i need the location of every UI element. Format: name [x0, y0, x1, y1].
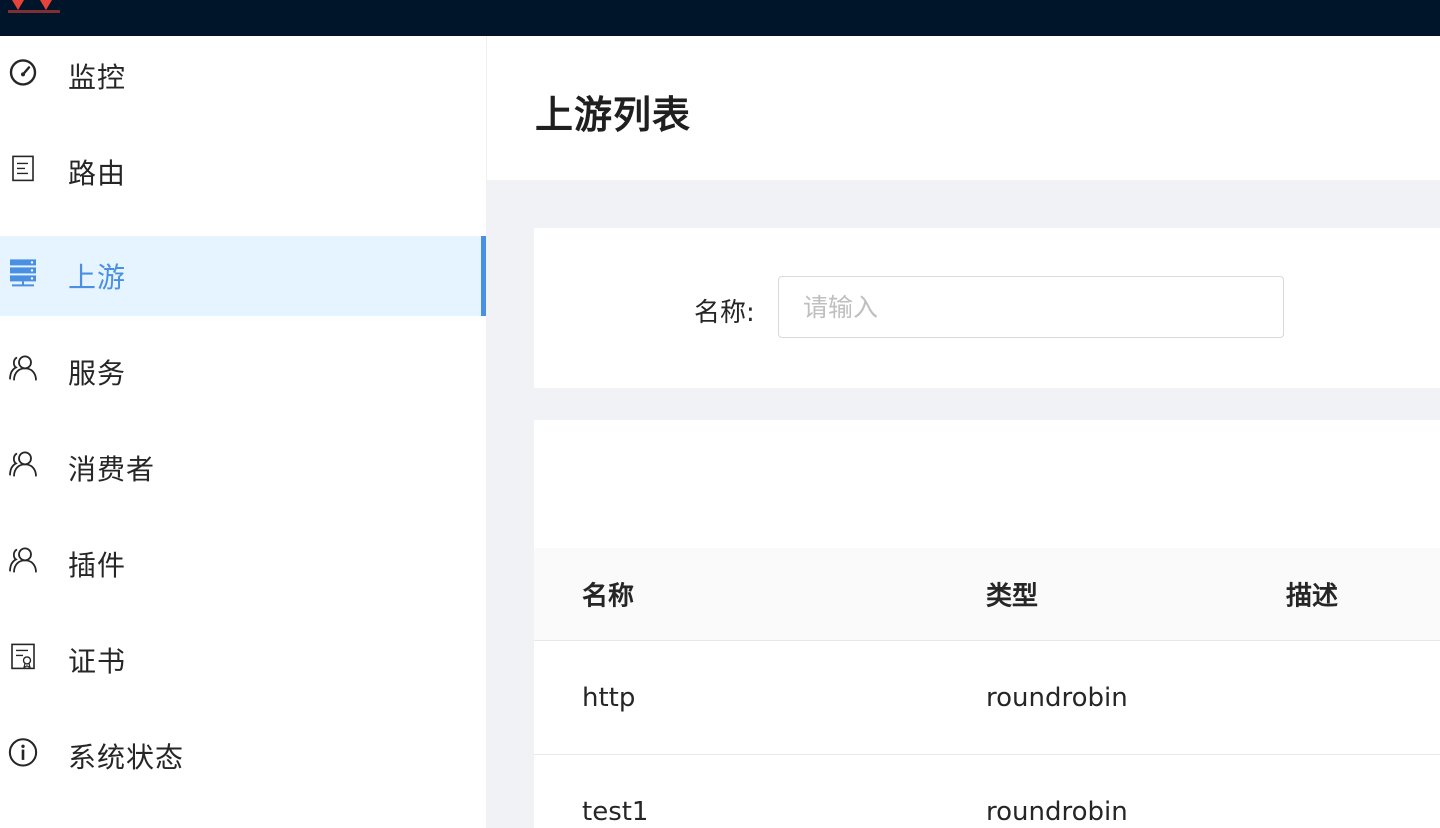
server-stack-icon	[8, 257, 38, 287]
sidebar-item-system-status[interactable]: 系统状态	[0, 716, 486, 796]
sidebar-item-label: 证书	[68, 645, 127, 678]
table-header-row: 名称 类型 描述	[534, 548, 1440, 641]
upstream-table-card: 名称 类型 描述 http roundrobin test1 roundrobi…	[534, 420, 1440, 828]
cell-name: test1	[582, 796, 649, 827]
table-row[interactable]: test1 roundrobin	[534, 755, 1440, 828]
page-header: 上游列表	[487, 36, 1440, 180]
search-form-card: 名称:	[534, 228, 1440, 388]
sidebar-item-plugins[interactable]: 插件	[0, 524, 486, 604]
table-row[interactable]: http roundrobin	[534, 641, 1440, 755]
sidebar-item-consumers[interactable]: 消费者	[0, 428, 486, 508]
sidebar-item-label: 上游	[68, 261, 127, 294]
sidebar-item-routes[interactable]: 路由	[0, 132, 486, 212]
users-icon	[8, 545, 38, 575]
sidebar-menu: 监控 路由 上游 服务 消费者 插件 证书 系统状态	[0, 36, 487, 828]
sidebar-item-services[interactable]: 服务	[0, 332, 486, 412]
dashboard-icon	[8, 57, 38, 87]
sidebar-item-label: 监控	[68, 61, 127, 94]
name-filter-input[interactable]	[778, 276, 1284, 338]
top-header-bar	[0, 0, 1440, 36]
sidebar-item-upstream[interactable]: 上游	[0, 236, 486, 316]
cell-type: roundrobin	[986, 682, 1128, 713]
sidebar-item-label: 服务	[68, 357, 127, 390]
sidebar-item-label: 消费者	[68, 453, 156, 486]
sidebar-item-dashboard[interactable]: 监控	[0, 36, 486, 116]
cell-name: http	[582, 682, 636, 713]
info-icon	[8, 737, 38, 767]
sidebar-item-label: 系统状态	[68, 741, 185, 774]
column-header-name[interactable]: 名称	[582, 576, 634, 613]
users-icon	[8, 353, 38, 383]
sidebar-item-label: 路由	[68, 157, 127, 190]
column-header-description[interactable]: 描述	[1286, 576, 1338, 613]
certificate-icon	[8, 641, 38, 671]
cell-type: roundrobin	[986, 796, 1128, 827]
page-title: 上游列表	[535, 93, 692, 137]
apisix-logo[interactable]	[0, 0, 70, 14]
name-filter-label: 名称:	[694, 298, 755, 328]
route-document-icon	[8, 153, 38, 183]
sidebar-item-certificates[interactable]: 证书	[0, 620, 486, 700]
users-icon	[8, 449, 38, 479]
column-header-type[interactable]: 类型	[986, 576, 1038, 613]
sidebar-item-label: 插件	[68, 549, 127, 582]
